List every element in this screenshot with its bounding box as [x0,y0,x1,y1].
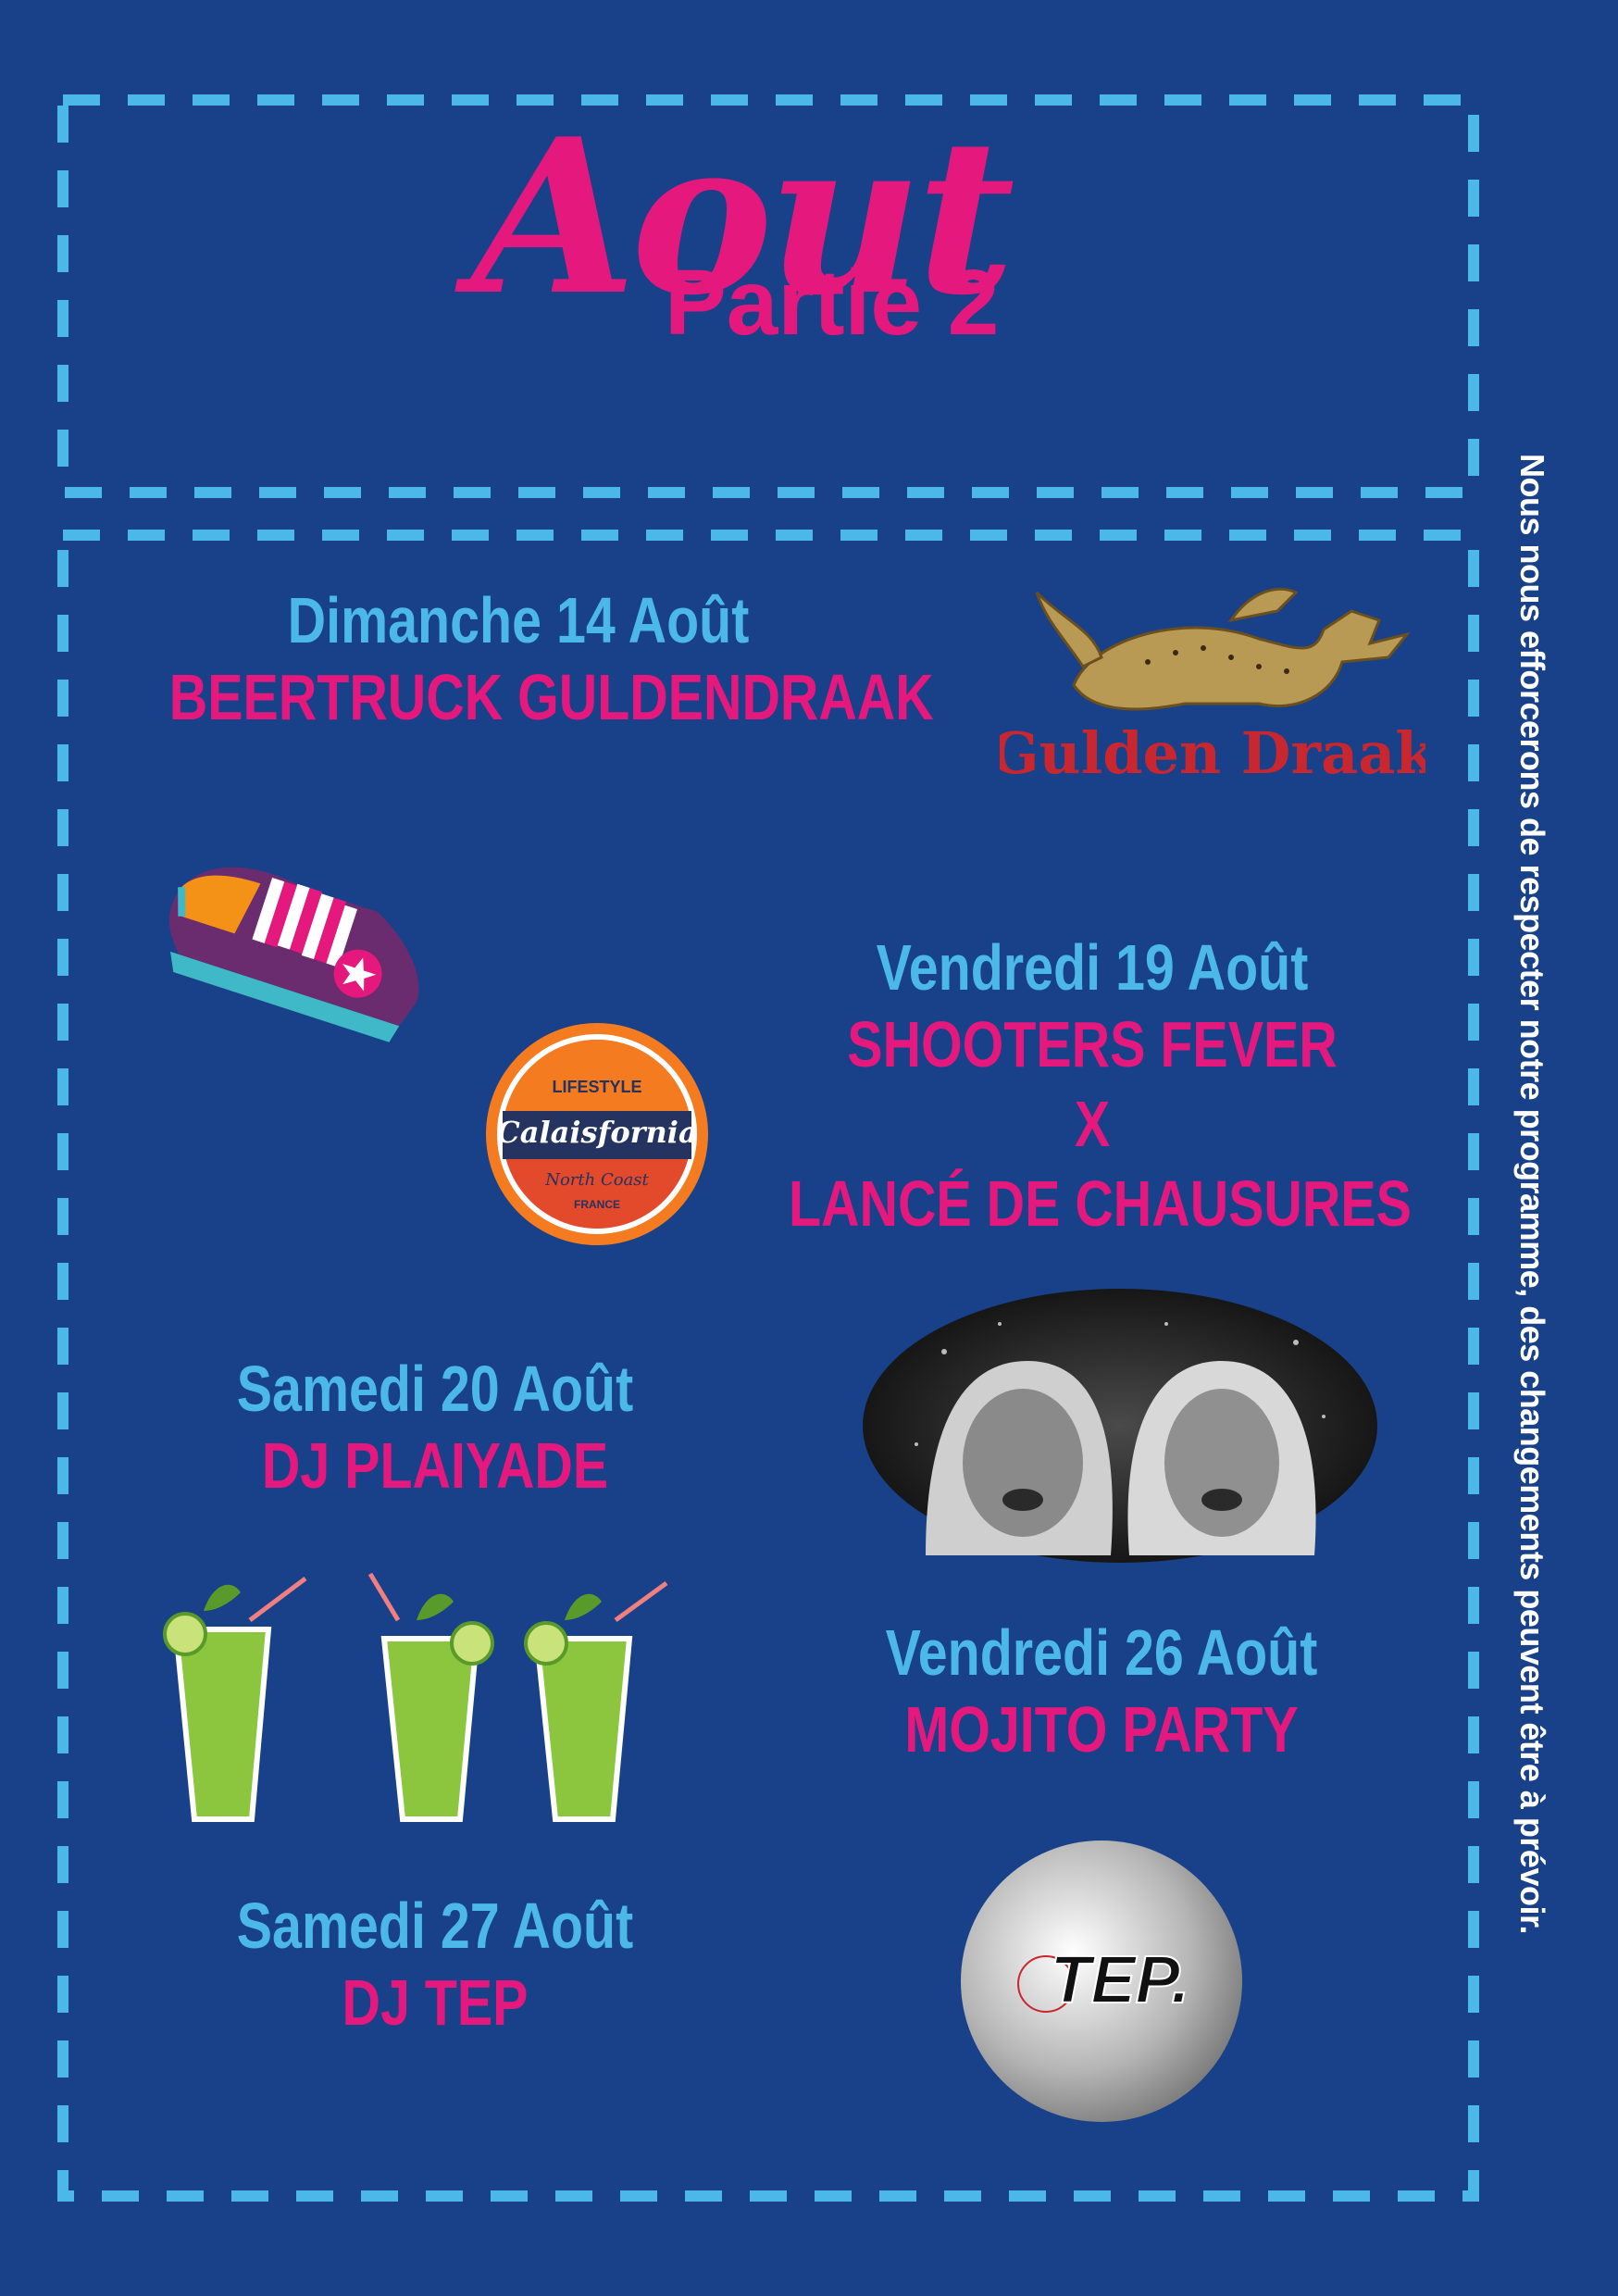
event-date: Vendredi 19 Août [876,931,1309,1004]
mojito-glasses-icon [148,1565,685,1833]
event-name: MOJITO PARTY [904,1693,1299,1766]
event-name: DJ PLAIYADE [261,1429,609,1502]
calaisfornia-badge: LIFESTYLE Calaisfornia North Coast FRANC… [481,1018,713,1250]
tep-wordmark: TEP. [1051,1943,1190,2017]
event-date: Dimanche 14 Août [287,584,750,656]
calaisfornia-main: Calaisfornia [496,1115,697,1150]
calaisfornia-top: LIFESTYLE [552,1078,641,1096]
event-1: Dimanche 14 Août BEERTRUCK GULDENDRAAK [93,583,944,737]
event-5: Samedi 27 Août DJ TEP [148,1889,722,2042]
event-2: Vendredi 19 Août SHOOTERS FEVER X LANCÉ … [722,930,1462,1243]
event-name: BEERTRUCK GULDENDRAAK [168,661,934,733]
gulden-draak-logo: Gulden Draak [990,555,1437,796]
dj-photo [861,1287,1379,1565]
event-date: Vendredi 26 Août [885,1616,1318,1689]
sneaker-icon [148,852,444,1055]
calaisfornia-country: FRANCE [574,1198,620,1211]
event-name: SHOOTERS FEVER [847,1008,1338,1080]
event-name-connector: X [1074,1088,1111,1160]
disclaimer-note: Nous nous efforcerons de respecter notre… [1513,454,1551,1934]
event-4: Vendredi 26 Août MOJITO PARTY [796,1616,1407,1769]
calaisfornia-sub: North Coast [544,1170,649,1190]
event-date: Samedi 27 Août [236,1890,634,1962]
event-3: Samedi 20 Août DJ PLAIYADE [148,1352,722,1505]
event-name: DJ TEP [342,1966,529,2039]
title-subtitle: Partie 2 [665,251,1000,355]
event-date: Samedi 20 Août [236,1353,634,1425]
event-name-second: LANCÉ DE CHAUSURES [789,1167,1412,1240]
gulden-draak-wordmark: Gulden Draak [1000,719,1425,787]
tep-logo: TEP. [958,1838,1245,2125]
